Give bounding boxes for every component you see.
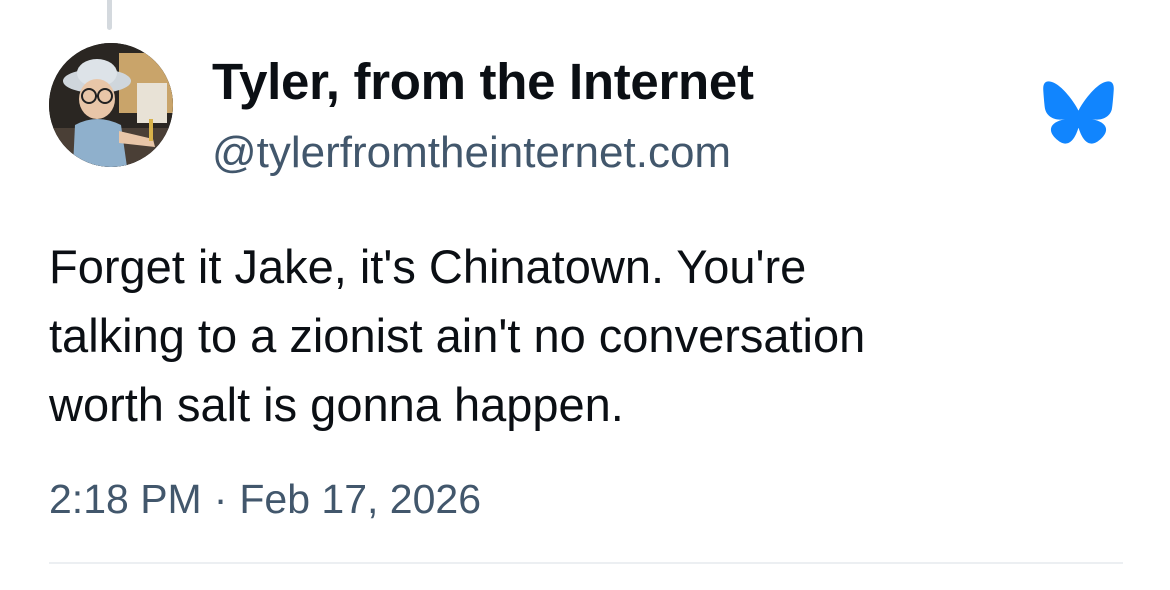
post-text-line: talking to a zionist ain't no conversati…	[49, 309, 866, 362]
post-text-line: Forget it Jake, it's Chinatown. You're	[49, 240, 807, 293]
post-body-text: Forget it Jake, it's Chinatown. You're t…	[49, 232, 1129, 439]
divider	[49, 562, 1123, 564]
author-handle[interactable]: @tylerfromtheinternet.com	[212, 128, 731, 178]
post-date: Feb 17, 2026	[239, 476, 481, 522]
post-text-line: worth salt is gonna happen.	[49, 378, 624, 431]
avatar-photo	[49, 43, 173, 167]
post-time: 2:18 PM	[49, 476, 202, 522]
bluesky-butterfly-icon[interactable]	[1042, 80, 1115, 145]
post-timestamp[interactable]: 2:18 PM · Feb 17, 2026	[49, 476, 481, 523]
meta-separator: ·	[213, 476, 228, 522]
thread-connector-line	[107, 0, 112, 30]
author-display-name[interactable]: Tyler, from the Internet	[212, 52, 754, 111]
author-avatar[interactable]	[49, 43, 173, 167]
